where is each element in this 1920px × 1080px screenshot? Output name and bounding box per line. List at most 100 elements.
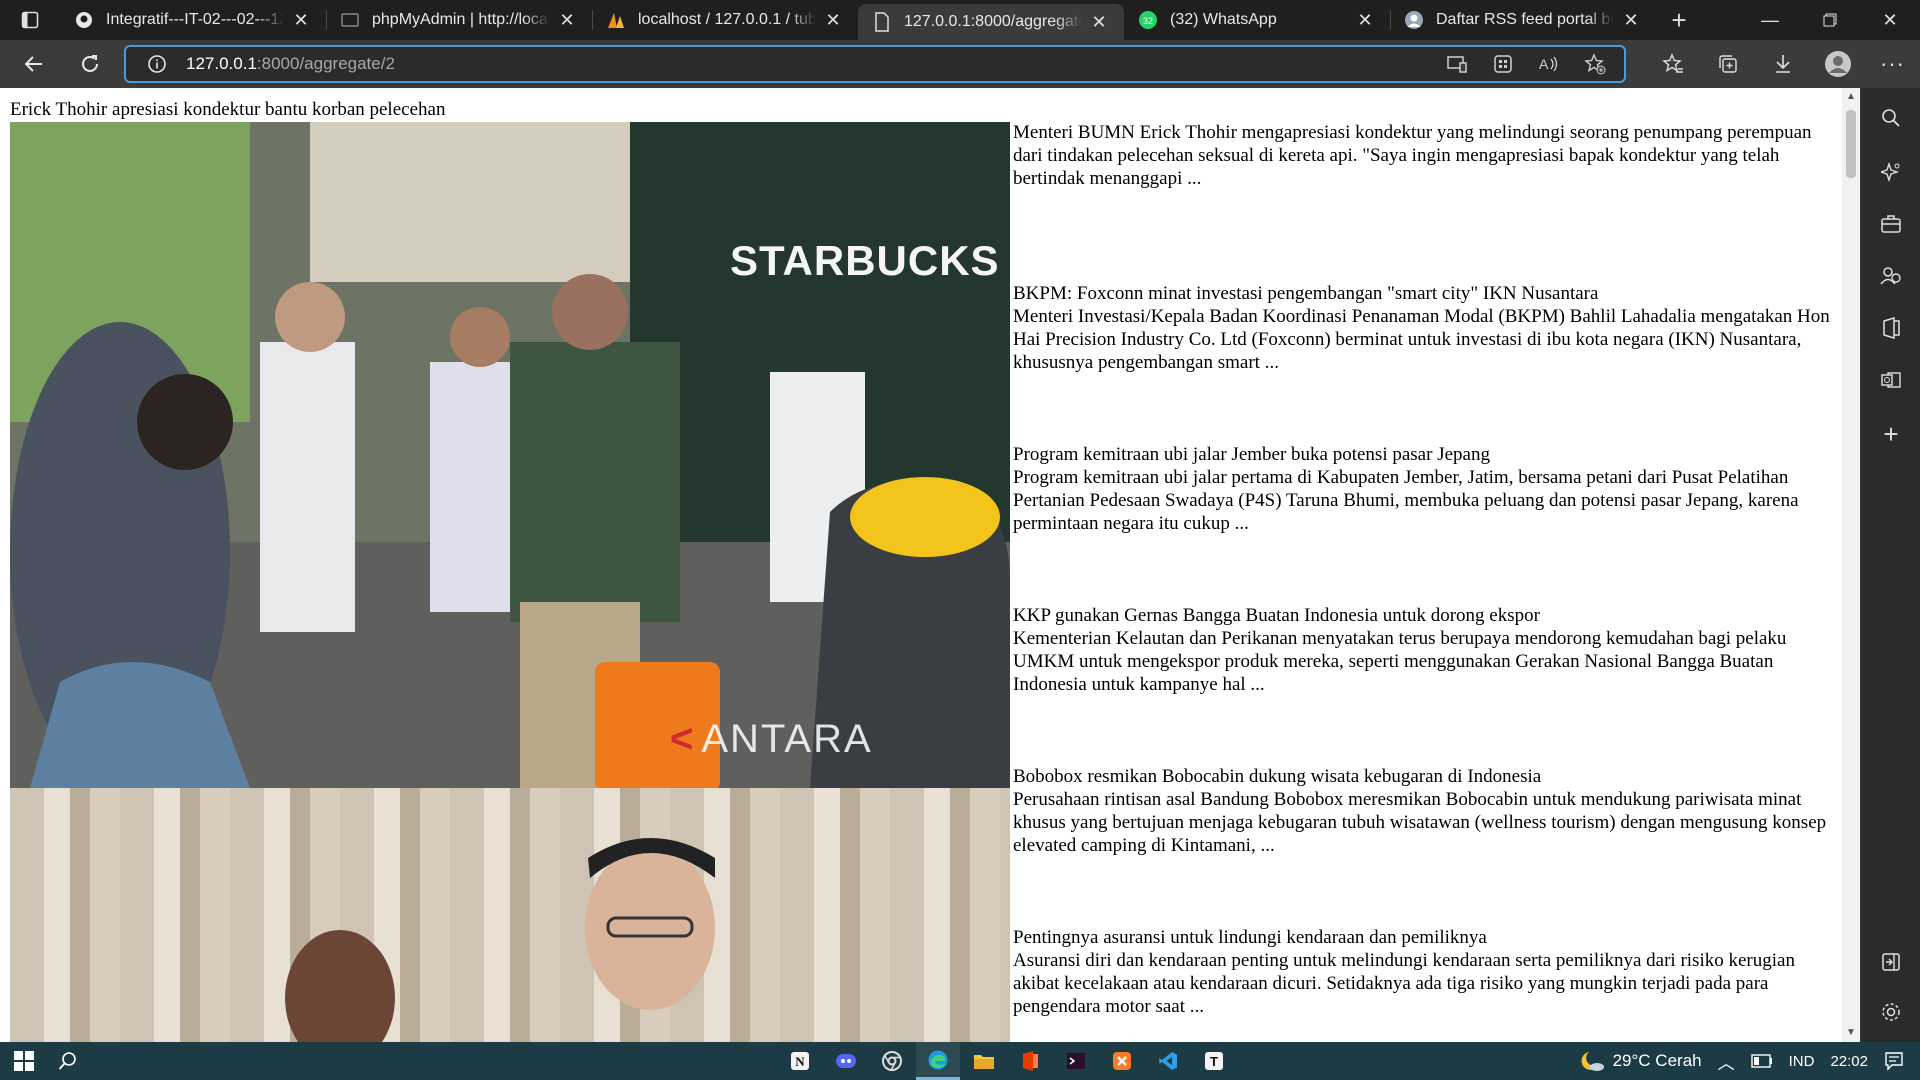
terminal-icon[interactable] (1054, 1042, 1098, 1080)
battery-icon[interactable] (1750, 1054, 1773, 1068)
refresh-button[interactable] (68, 46, 112, 82)
site-info-icon[interactable] (144, 51, 170, 77)
pma-sail-icon (606, 10, 626, 30)
url-host: 127.0.0.1 (186, 54, 257, 73)
app-available-icon[interactable] (1438, 49, 1476, 79)
file-explorer-icon[interactable] (962, 1042, 1006, 1080)
tab-close-icon[interactable]: ✕ (822, 9, 844, 31)
sidebar-hide-button[interactable] (1861, 940, 1920, 984)
address-bar-actions: A (1438, 49, 1614, 79)
clock[interactable]: 22:02 (1830, 1053, 1868, 1070)
search-icon (1882, 109, 1900, 127)
page-icon (872, 12, 892, 32)
article-title[interactable]: Program kemitraan ubi jalar Jember buka … (1013, 443, 1837, 466)
article-title[interactable]: KKP gunakan Gernas Bangga Buatan Indones… (1013, 604, 1837, 627)
tab-2[interactable]: phpMyAdmin | http://localh ✕ (326, 0, 592, 40)
office-icon[interactable] (1008, 1042, 1052, 1080)
tab-close-icon[interactable]: ✕ (1088, 11, 1110, 33)
tab-actions-icon (21, 11, 39, 29)
start-button[interactable] (2, 1042, 46, 1080)
list-item: BKPM: Foxconn minat investasi pengembang… (1013, 282, 1837, 443)
system-tray: 29°C Cerah ︿ IND 22:02 (1577, 1042, 1920, 1080)
weather-widget[interactable]: 29°C Cerah (1577, 1049, 1702, 1073)
back-arrow-icon (24, 56, 42, 72)
settings-more-button[interactable]: ··· (1865, 44, 1920, 84)
read-aloud-icon[interactable]: A (1530, 49, 1568, 79)
language-indicator[interactable]: IND (1789, 1053, 1815, 1070)
windows-taskbar: N T 29°C Cerah ︿ IND 22:02 (0, 1042, 1920, 1080)
tab-title: 127.0.0.1:8000/aggregate/2 (904, 13, 1082, 30)
chrome-icon[interactable] (870, 1042, 914, 1080)
download-icon (1775, 55, 1790, 73)
downloads-button[interactable] (1755, 44, 1810, 84)
sidebar-search-button[interactable] (1861, 96, 1920, 140)
moon-cloud-icon (1581, 1052, 1604, 1071)
sidebar-add-button[interactable]: + (1861, 412, 1920, 456)
tab-title: phpMyAdmin | http://localh (372, 11, 550, 28)
scroll-up-icon[interactable]: ▲ (1846, 92, 1856, 102)
more-icon: ··· (1880, 51, 1905, 76)
close-window-button[interactable]: ✕ (1860, 0, 1920, 40)
apps-grid-icon[interactable] (1484, 49, 1522, 79)
collections-button[interactable] (1700, 44, 1755, 84)
whatsapp-badge: 32 (1143, 16, 1153, 26)
sidebar-outlook-button[interactable] (1861, 358, 1920, 402)
tab-5[interactable]: 32 (32) WhatsApp ✕ (1124, 0, 1390, 40)
tab-actions-button[interactable] (0, 0, 60, 40)
tab-6[interactable]: Daftar RSS feed portal berit ✕ (1390, 0, 1656, 40)
article-title[interactable]: Pentingnya asuransi untuk lindungi kenda… (1013, 926, 1837, 949)
sidebar-tools-button[interactable] (1861, 202, 1920, 246)
edge-sidebar: + (1860, 88, 1920, 1042)
notion-icon[interactable]: N (778, 1042, 822, 1080)
tab-strip: Integratif---IT-02---02---12 ✕ phpMyAdmi… (0, 0, 1920, 40)
tab-4-active[interactable]: 127.0.0.1:8000/aggregate/2 ✕ (858, 4, 1124, 40)
article-image-erick-thohir: STARBUCKS < ANTARA (10, 122, 1010, 788)
page-scrollbar[interactable]: ▲ ▼ (1842, 88, 1860, 1042)
sidebar-discover-button[interactable] (1861, 150, 1920, 194)
briefcase-icon (1881, 215, 1901, 233)
tab-title: Daftar RSS feed portal berit (1436, 11, 1614, 28)
sidebar-office-button[interactable] (1861, 306, 1920, 350)
tab-3[interactable]: localhost / 127.0.0.1 / tubes ✕ (592, 0, 858, 40)
sidebar-settings-button[interactable] (1861, 990, 1920, 1034)
scrollbar-thumb[interactable] (1846, 110, 1856, 178)
svg-text:A: A (1539, 56, 1549, 72)
address-bar[interactable]: 127.0.0.1:8000/aggregate/2 A (124, 45, 1626, 83)
minimize-button[interactable]: — (1740, 0, 1800, 40)
notification-icon[interactable] (1884, 1051, 1904, 1071)
restore-button[interactable] (1800, 0, 1860, 40)
tab-close-icon[interactable]: ✕ (290, 9, 312, 31)
plus-icon: + (1671, 4, 1687, 35)
new-tab-button[interactable]: + (1656, 0, 1702, 40)
tab-close-icon[interactable]: ✕ (1354, 9, 1376, 31)
article-images: STARBUCKS < ANTARA (10, 122, 1010, 1042)
tab-title: localhost / 127.0.0.1 / tubes (638, 11, 816, 28)
antara-logo-icon: < (670, 717, 696, 761)
page-viewport: Erick Thohir apresiasi kondektur bantu k… (0, 88, 1842, 1042)
list-item: Bobobox resmikan Bobocabin dukung wisata… (1013, 765, 1837, 926)
list-item: Program kemitraan ubi jalar Jember buka … (1013, 443, 1837, 604)
chevron-up-icon[interactable]: ︿ (1718, 1049, 1735, 1074)
taskbar-apps: N T (778, 1042, 1236, 1080)
xampp-icon[interactable] (1100, 1042, 1144, 1080)
taskbar-search-button[interactable] (46, 1042, 90, 1080)
back-button[interactable] (12, 46, 56, 82)
vscode-icon[interactable] (1146, 1042, 1190, 1080)
restore-icon (1823, 13, 1837, 27)
sidebar-games-button[interactable] (1861, 254, 1920, 298)
edge-icon[interactable] (916, 1042, 960, 1080)
tab-1[interactable]: Integratif---IT-02---02---12 ✕ (60, 0, 326, 40)
article-title[interactable]: Bobobox resmikan Bobocabin dukung wisata… (1013, 765, 1837, 788)
favorites-button[interactable] (1645, 44, 1700, 84)
tab-close-icon[interactable]: ✕ (556, 9, 578, 31)
tab-close-icon[interactable]: ✕ (1620, 9, 1642, 31)
url-text[interactable]: 127.0.0.1:8000/aggregate/2 (186, 54, 395, 74)
plus-icon: + (1883, 418, 1899, 449)
profile-button[interactable] (1810, 44, 1865, 84)
url-path: :8000/aggregate/2 (256, 54, 395, 73)
discord-icon[interactable] (824, 1042, 868, 1080)
scroll-down-icon[interactable]: ▼ (1846, 1028, 1856, 1038)
add-favorite-icon[interactable] (1576, 49, 1614, 79)
article-title[interactable]: BKPM: Foxconn minat investasi pengembang… (1013, 282, 1837, 305)
typora-icon[interactable]: T (1192, 1042, 1236, 1080)
